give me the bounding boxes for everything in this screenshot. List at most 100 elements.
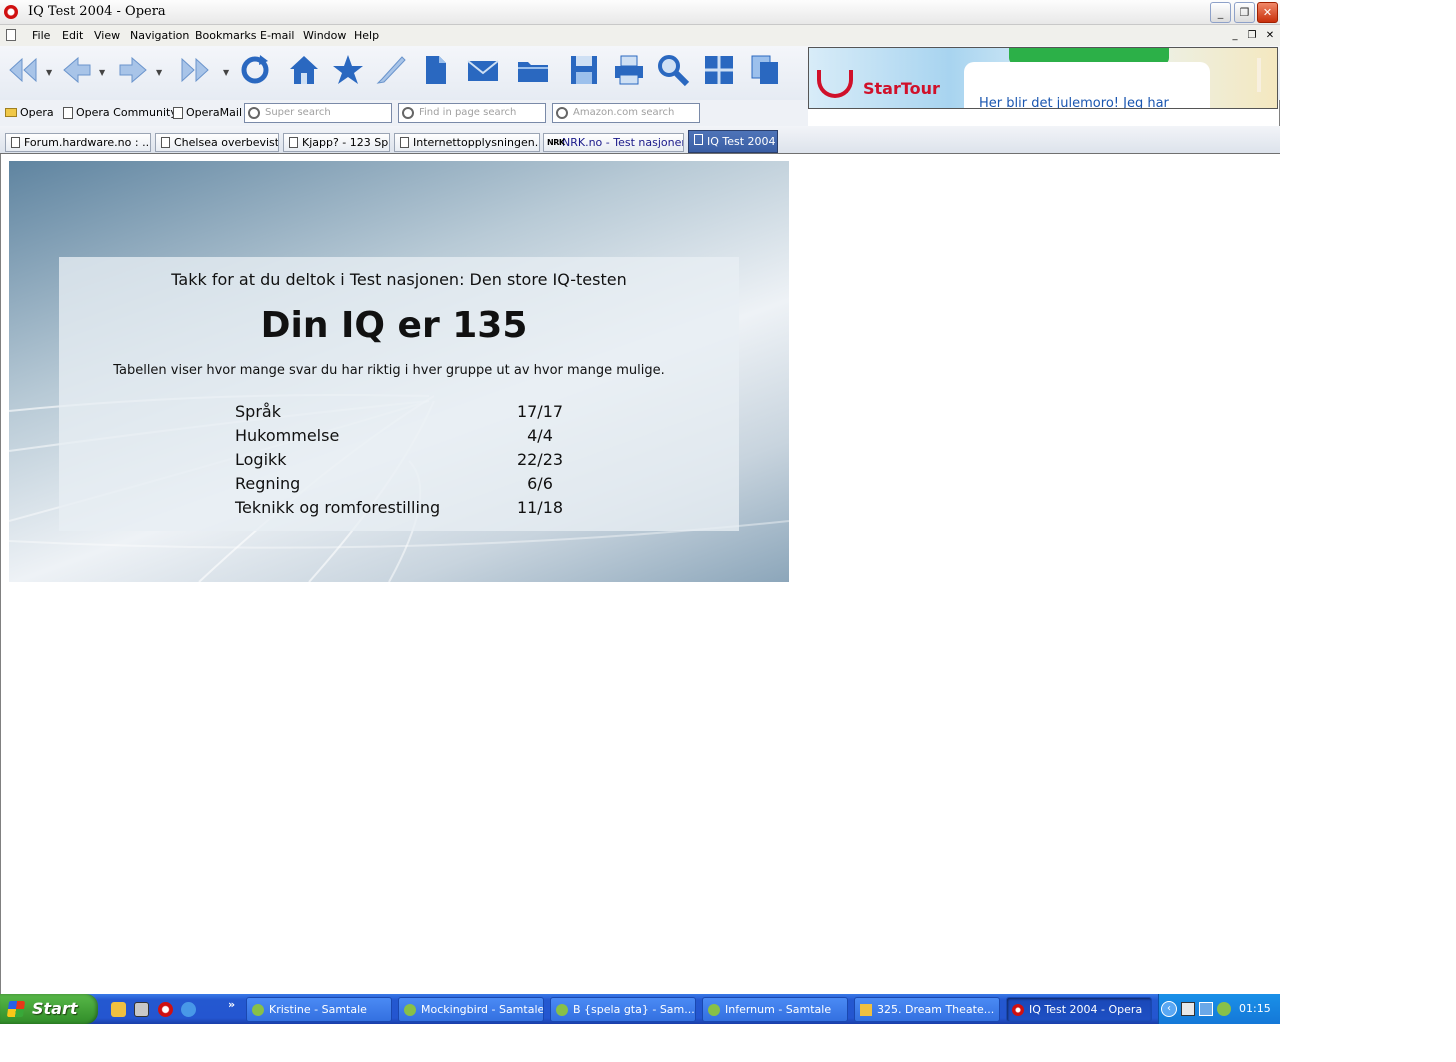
score-row: Regning 6/6 (235, 474, 635, 498)
super-search-placeholder: Super search (265, 107, 331, 118)
tab-label: Forum.hardware.no : ... (24, 136, 151, 149)
fast-forward-icon[interactable] (176, 50, 214, 90)
document-icon[interactable] (6, 29, 16, 41)
score-row: Språk 17/17 (235, 402, 635, 426)
cascade-windows-icon[interactable] (746, 50, 784, 90)
minimize-button[interactable]: _ (1210, 2, 1231, 23)
quick-launch-more-icon[interactable]: » (228, 998, 235, 1011)
tray-messenger-icon[interactable] (1217, 1002, 1231, 1016)
taskbar-mockingbird[interactable]: Mockingbird - Samtale (398, 997, 544, 1022)
close-button[interactable]: ✕ (1257, 2, 1278, 23)
taskbar-infernum[interactable]: Infernum - Samtale (702, 997, 848, 1022)
home-icon[interactable] (285, 50, 323, 90)
tab-iq-test-2004[interactable]: IQ Test 2004 (688, 130, 778, 153)
task-label: Mockingbird - Samtale (421, 1003, 544, 1016)
personal-bar-opera[interactable]: Opera (5, 106, 54, 119)
tab-label: Kjapp? - 123 Spill (302, 136, 390, 149)
menu-file[interactable]: File (32, 29, 50, 42)
opera-icon (1012, 1004, 1024, 1016)
task-label: B {spela gta} - Sam... (573, 1003, 695, 1016)
tab-chelsea[interactable]: Chelsea overbeviste (155, 133, 279, 152)
search-icon (248, 107, 260, 119)
score-value: 4/4 (527, 426, 553, 445)
super-search-input[interactable]: Super search (244, 103, 392, 123)
amazon-search-input[interactable]: Amazon.com search (552, 103, 700, 123)
nrk-logo-icon: NRK (547, 138, 565, 147)
restore-button[interactable]: ❐ (1234, 2, 1255, 23)
open-folder-icon[interactable] (514, 50, 552, 90)
reload-icon[interactable] (236, 50, 274, 90)
find-in-page-input[interactable]: Find in page search (398, 103, 546, 123)
result-description: Tabellen viser hvor mange svar du har ri… (113, 363, 665, 378)
tray-app-icon[interactable] (1181, 1002, 1195, 1016)
rewind-icon[interactable] (4, 50, 42, 90)
windows-taskbar: Start » Kristine - Samtale Mockingbird -… (0, 994, 1280, 1024)
new-page-icon[interactable] (416, 50, 454, 90)
page-icon (289, 137, 298, 148)
back-icon[interactable] (58, 50, 96, 90)
taskbar-b-spela-gta[interactable]: B {spela gta} - Sam... (550, 997, 696, 1022)
search-icon (402, 107, 414, 119)
tab-kjapp[interactable]: Kjapp? - 123 Spill (283, 133, 390, 152)
tab-internettopplysningen[interactable]: Internettopplysningen... (394, 133, 540, 152)
score-category: Teknikk og romforestilling (235, 498, 441, 517)
fast-forward-dropdown-arrow[interactable]: ▼ (223, 68, 229, 77)
score-category: Språk (235, 402, 281, 421)
forward-dropdown-arrow[interactable]: ▼ (156, 68, 162, 77)
menu-email[interactable]: E-mail (260, 29, 295, 42)
taskbar-iq-test-opera[interactable]: IQ Test 2004 - Opera (1006, 997, 1152, 1022)
personal-bar-opera-label: Opera (20, 106, 54, 119)
page-close-button[interactable]: ✕ (1263, 29, 1277, 43)
print-icon[interactable] (610, 50, 648, 90)
menu-bar: File Edit View Navigation Bookmarks E-ma… (0, 25, 1280, 46)
taskbar-dream-theater[interactable]: 325. Dream Theate... (854, 997, 1000, 1022)
score-row: Teknikk og romforestilling 11/18 (235, 498, 635, 522)
personal-bar-operamail[interactable]: OperaMail (173, 106, 242, 119)
quick-launch-winamp-icon[interactable] (111, 1002, 126, 1017)
start-button[interactable]: Start (0, 994, 98, 1024)
menu-bookmarks[interactable]: Bookmarks (195, 29, 256, 42)
tab-label: IQ Test 2004 (707, 135, 776, 148)
winamp-icon (860, 1004, 872, 1016)
quick-launch-browser-icon[interactable] (181, 1002, 196, 1017)
quick-launch-opera-icon[interactable] (158, 1002, 173, 1017)
quick-launch-app-icon[interactable] (134, 1002, 149, 1017)
tab-forum-hardware[interactable]: Forum.hardware.no : ... (5, 133, 151, 152)
show-hidden-icons-icon[interactable]: ‹ (1161, 1001, 1177, 1017)
bookmarks-star-icon[interactable] (329, 50, 367, 90)
menu-view[interactable]: View (94, 29, 120, 42)
tab-label: NRK.no - Test nasjonen (562, 136, 684, 149)
find-icon[interactable] (654, 50, 692, 90)
result-subtitle: Takk for at du deltok i Test nasjonen: D… (171, 270, 627, 289)
search-icon (556, 107, 568, 119)
notes-pen-icon[interactable] (372, 50, 410, 90)
menu-help[interactable]: Help (354, 29, 379, 42)
page-icon (400, 137, 409, 148)
page-minimize-button[interactable]: _ (1228, 29, 1242, 43)
taskbar-kristine[interactable]: Kristine - Samtale (246, 997, 392, 1022)
rewind-dropdown-arrow[interactable]: ▼ (46, 68, 52, 77)
tile-windows-icon[interactable] (700, 50, 738, 90)
score-value: 11/18 (516, 498, 564, 517)
task-label: 325. Dream Theate... (877, 1003, 995, 1016)
mail-icon[interactable] (464, 50, 502, 90)
back-dropdown-arrow[interactable]: ▼ (99, 68, 105, 77)
save-icon[interactable] (565, 50, 603, 90)
personal-bar-opera-community[interactable]: Opera Community (63, 106, 177, 119)
forward-icon[interactable] (114, 50, 152, 90)
page-icon (11, 137, 20, 148)
title-bar: IQ Test 2004 - Opera _ ❐ ✕ (0, 0, 1280, 25)
windows-flag-icon (6, 1001, 26, 1017)
score-category: Logikk (235, 450, 287, 469)
page-restore-button[interactable]: ❐ (1245, 29, 1259, 43)
score-value: 22/23 (516, 450, 564, 469)
menu-window[interactable]: Window (303, 29, 346, 42)
startour-banner-ad[interactable]: StarTour Her blir det julemoro! Jeg har (808, 47, 1278, 109)
tray-network-icon[interactable] (1199, 1002, 1213, 1016)
menu-navigation[interactable]: Navigation (130, 29, 189, 42)
tab-nrk-test-nasjonen[interactable]: NRK NRK.no - Test nasjonen (543, 133, 684, 152)
clock: 01:15 (1239, 1002, 1271, 1015)
menu-edit[interactable]: Edit (62, 29, 83, 42)
tab-label: Internettopplysningen... (413, 136, 540, 149)
candle-graphic (1257, 58, 1261, 92)
